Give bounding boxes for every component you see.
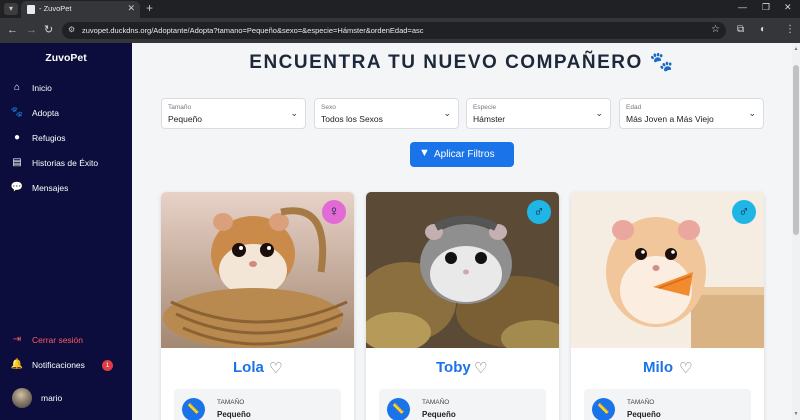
- page-scrollbar[interactable]: ▲ ▼: [792, 43, 800, 420]
- profile-icon[interactable]: ◐: [760, 24, 766, 36]
- chevron-down-icon: ⌄: [443, 108, 451, 118]
- sidebar-item-mensajes[interactable]: 💬 Mensajes: [10, 181, 128, 197]
- browser-toolbar: ← → ↻ ⚙ zuvopet.duckdns.org/Adoptante/Ad…: [0, 18, 800, 43]
- reload-icon[interactable]: ↻: [44, 24, 53, 36]
- filter-value: Hámster: [473, 114, 506, 124]
- address-bar[interactable]: ⚙ zuvopet.duckdns.org/Adoptante/Adopta?t…: [62, 22, 726, 39]
- heart-icon[interactable]: ♡: [269, 359, 282, 377]
- book-icon: ▤: [12, 157, 22, 168]
- extensions-icon[interactable]: ⧉: [737, 24, 744, 36]
- sidebar-item-label: Refugios: [32, 133, 66, 143]
- filter-value: Todos los Sexos: [321, 114, 383, 124]
- minimize-icon[interactable]: —: [738, 2, 747, 12]
- notifications-button[interactable]: 🔔 Notificaciones 1: [10, 358, 128, 374]
- bell-icon: 🔔: [10, 359, 24, 370]
- filter-value: Pequeño: [168, 114, 203, 124]
- female-gender-icon: ♀: [322, 200, 346, 224]
- pet-name[interactable]: Toby: [436, 359, 471, 376]
- page-icon: [27, 5, 35, 14]
- new-tab-button[interactable]: +: [146, 1, 153, 15]
- filter-label: Edad: [626, 104, 642, 111]
- scroll-up-icon[interactable]: ▲: [792, 46, 800, 52]
- pet-info-box: 📏 TAMAÑO Pequeño: [174, 389, 341, 420]
- pet-info-box: 📏 TAMAÑO Pequeño: [379, 389, 546, 420]
- sidebar-item-label: Inicio: [32, 83, 52, 93]
- back-icon[interactable]: ←: [7, 24, 18, 36]
- brand-logo[interactable]: ZuvoPet: [0, 52, 132, 64]
- pet-card[interactable]: ♂ Milo ♡ 📏 TAMAÑO Pequeño: [571, 192, 764, 420]
- pet-card[interactable]: ♀ Lola ♡ 📏 TAMAÑO Pequeño: [161, 192, 354, 420]
- map-pin-icon: ●: [13, 132, 21, 143]
- age-filter-select[interactable]: Edad Más Joven a Más Viejo ⌄: [619, 98, 764, 129]
- page-title: ENCUENTRA TU NUEVO COMPAÑERO 🐾: [249, 52, 675, 73]
- pet-info-box: 📏 TAMAÑO Pequeño: [584, 389, 751, 420]
- sidebar-item-inicio[interactable]: ⌂ Inicio: [10, 81, 128, 97]
- pet-name[interactable]: Lola: [233, 359, 264, 376]
- filter-icon: ▼: [419, 147, 430, 159]
- logout-icon: ⇥: [12, 334, 22, 345]
- paw-icon: 🐾: [10, 107, 24, 118]
- ruler-icon: 📏: [182, 398, 205, 420]
- notifications-label: Notificaciones: [32, 360, 85, 370]
- scroll-down-icon[interactable]: ▼: [792, 411, 800, 417]
- sex-filter-select[interactable]: Sexo Todos los Sexos ⌄: [314, 98, 459, 129]
- chevron-down-icon: ⌄: [595, 108, 603, 118]
- filter-label: Tamaño: [168, 104, 192, 111]
- restore-icon[interactable]: ❐: [762, 2, 770, 13]
- info-value: Pequeño: [627, 410, 661, 419]
- filter-label: Sexo: [321, 104, 336, 111]
- bookmark-star-icon[interactable]: ☆: [711, 24, 720, 35]
- home-icon: ⌂: [13, 82, 21, 93]
- male-gender-icon: ♂: [732, 200, 756, 224]
- ruler-icon: 📏: [387, 398, 410, 420]
- forward-icon[interactable]: →: [26, 24, 37, 36]
- info-label: TAMAÑO: [422, 399, 450, 406]
- sidebar-item-label: Historias de Éxito: [32, 158, 99, 168]
- tab-title: - ZuvoPet: [39, 4, 72, 13]
- info-value: Pequeño: [217, 410, 251, 419]
- info-value: Pequeño: [422, 410, 456, 419]
- info-label: TAMAÑO: [627, 399, 655, 406]
- browser-tab-bar: ▾ - ZuvoPet ✕ + — ❐ ✕: [0, 0, 800, 18]
- filter-label: Especie: [473, 104, 497, 111]
- close-icon[interactable]: ✕: [127, 3, 135, 14]
- heart-icon[interactable]: ♡: [474, 359, 487, 377]
- chevron-down-icon: ⌄: [290, 108, 298, 118]
- chevron-down-icon: ⌄: [748, 108, 756, 118]
- tab-search-button[interactable]: ▾: [4, 3, 18, 15]
- filter-value: Más Joven a Más Viejo: [626, 114, 714, 124]
- apply-filters-button[interactable]: ▼ Aplicar Filtros: [410, 142, 514, 167]
- heart-icon[interactable]: ♡: [679, 359, 692, 377]
- pet-name[interactable]: Milo: [643, 359, 673, 376]
- sidebar-item-adopta[interactable]: 🐾 Adopta: [10, 106, 128, 122]
- species-filter-select[interactable]: Especie Hámster ⌄: [466, 98, 611, 129]
- close-window-icon[interactable]: ✕: [784, 2, 792, 13]
- site-info-icon[interactable]: ⚙: [68, 25, 75, 34]
- male-gender-icon: ♂: [527, 200, 551, 224]
- apply-filters-label: Aplicar Filtros: [434, 149, 495, 160]
- logout-label: Cerrar sesión: [32, 335, 84, 345]
- logout-button[interactable]: ⇥ Cerrar sesión: [10, 333, 128, 349]
- info-label: TAMAÑO: [217, 399, 245, 406]
- browser-tab[interactable]: - ZuvoPet ✕: [21, 1, 140, 18]
- sidebar: ZuvoPet ⌂ Inicio 🐾 Adopta ● Refugios ▤ H…: [0, 43, 132, 420]
- sidebar-item-label: Adopta: [32, 108, 59, 118]
- pet-card[interactable]: ♂ Toby ♡ 📏 TAMAÑO Pequeño: [366, 192, 559, 420]
- chat-icon: 💬: [10, 182, 24, 193]
- notification-count-badge: 1: [102, 360, 113, 371]
- url-text[interactable]: zuvopet.duckdns.org/Adoptante/Adopta?tam…: [82, 26, 424, 35]
- sidebar-item-refugios[interactable]: ● Refugios: [10, 131, 128, 147]
- sidebar-item-historias[interactable]: ▤ Historias de Éxito: [10, 156, 128, 172]
- size-filter-select[interactable]: Tamaño Pequeño ⌄: [161, 98, 306, 129]
- menu-icon[interactable]: ⋮: [785, 24, 795, 36]
- user-name[interactable]: mario: [41, 393, 62, 403]
- scrollbar-thumb[interactable]: [793, 65, 799, 235]
- main-content: ENCUENTRA TU NUEVO COMPAÑERO 🐾 Tamaño Pe…: [132, 43, 792, 420]
- sidebar-item-label: Mensajes: [32, 183, 69, 193]
- avatar[interactable]: [12, 388, 32, 408]
- ruler-icon: 📏: [592, 398, 615, 420]
